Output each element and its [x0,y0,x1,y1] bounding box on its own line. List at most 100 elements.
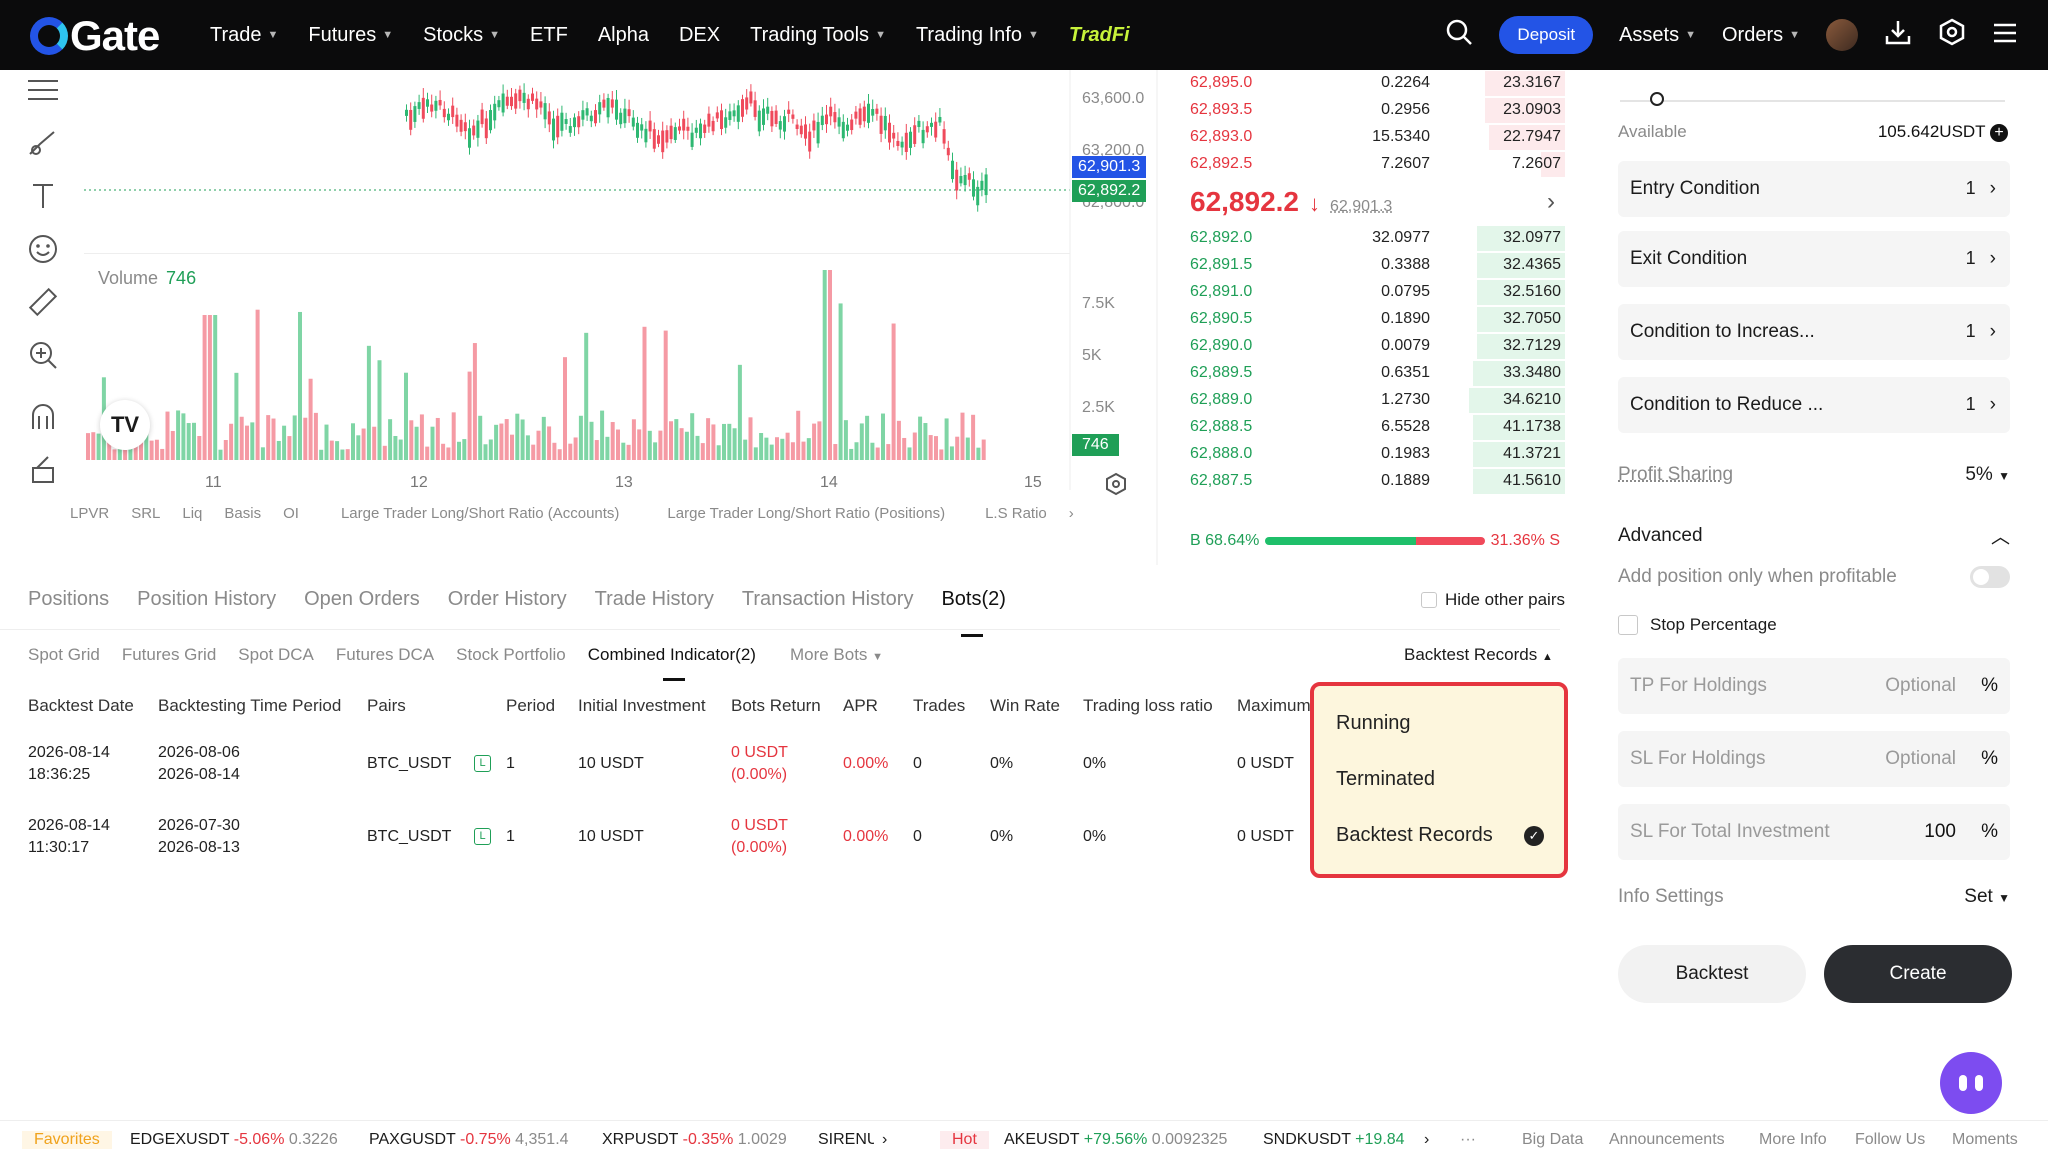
nav-dex[interactable]: DEX [679,24,720,47]
backtest-button[interactable]: Backtest [1618,945,1806,1003]
subtab-spot-dca[interactable]: Spot DCA [238,645,314,665]
tab-open-orders[interactable]: Open Orders [304,588,420,611]
bid-row[interactable]: 62,888.5 6.5528 41.1738 [1165,415,1565,442]
indicator-lt-positions[interactable]: Large Trader Long/Short Ratio (Positions… [667,505,945,522]
subtab-futures-grid[interactable]: Futures Grid [122,645,216,665]
menu-icon[interactable] [1992,20,2018,51]
subtab-combined-indicator[interactable]: Combined Indicator(2) [588,645,756,681]
entry-condition-row[interactable]: Entry Condition 1 › [1618,161,2010,217]
nav-orders[interactable]: Orders ▼ [1722,24,1800,47]
bid-row[interactable]: 62,887.5 0.1889 41.5610 [1165,469,1565,496]
tab-transaction-history[interactable]: Transaction History [742,588,914,611]
dropdown-backtest-records[interactable]: Backtest Records [1336,824,1493,847]
bid-row[interactable]: 62,891.0 0.0795 32.5160 [1165,280,1565,307]
bid-row[interactable]: 62,892.0 32.0977 32.0977 [1165,226,1565,253]
profit-sharing-row[interactable]: Profit Sharing 5% ▼ [1618,464,2010,486]
bid-row[interactable]: 62,889.5 0.6351 33.3480 [1165,361,1565,388]
ask-row[interactable]: 62,893.5 0.2956 23.0903 [1165,98,1565,125]
stop-percentage-checkbox[interactable] [1618,615,1638,635]
ticker-item[interactable]: AKEUSDT +79.56% 0.0092325 [1004,1131,1227,1149]
ask-row[interactable]: 62,895.0 0.2264 23.3167 [1165,71,1565,98]
chart-panel[interactable]: 63,600.0 63,200.0 62,800.0 62,901.3 62,8… [0,70,1160,565]
chevron-right-icon[interactable]: › [882,1131,887,1149]
subtab-stock-portfolio[interactable]: Stock Portfolio [456,645,566,665]
indicator-oi[interactable]: OI [283,505,299,522]
subtab-spot-grid[interactable]: Spot Grid [28,645,100,665]
nav-stocks[interactable]: Stocks ▼ [423,24,500,47]
sl-holdings-field[interactable]: SL For Holdings Optional% [1618,731,2010,787]
bid-row[interactable]: 62,890.0 0.0079 32.7129 [1165,334,1565,361]
nav-trading-tools[interactable]: Trading Tools ▼ [750,24,886,47]
reduce-condition-row[interactable]: Condition to Reduce ... 1 › [1618,377,2010,433]
indicator-lt-accounts[interactable]: Large Trader Long/Short Ratio (Accounts) [341,505,619,522]
nav-trading-info[interactable]: Trading Info ▼ [916,24,1039,47]
footer-link-more-info[interactable]: More Info [1759,1131,1827,1149]
add-position-toggle[interactable] [1970,566,2010,588]
chevron-right-icon[interactable]: › [1547,188,1555,216]
nav-assets[interactable]: Assets ▼ [1619,24,1696,47]
ticker-item[interactable]: SIRENU [818,1131,874,1149]
tradingview-logo[interactable]: TV [100,400,150,450]
add-funds-icon[interactable]: + [1990,123,2008,142]
gate-logo[interactable]: Gate [30,12,160,60]
chevron-right-icon[interactable]: › [1424,1131,1429,1149]
indicator-srl[interactable]: SRL [131,505,160,522]
search-icon[interactable] [1445,18,1473,53]
footer-link-big-data[interactable]: Big Data [1522,1131,1583,1149]
tab-order-history[interactable]: Order History [448,588,567,611]
footer-link-moments[interactable]: Moments [1952,1131,2018,1149]
dropdown-running[interactable]: Running [1336,712,1411,735]
hide-other-pairs[interactable]: Hide other pairs [1420,590,1565,610]
hot-tab[interactable]: Hot [940,1131,989,1149]
bid-row[interactable]: 62,890.5 0.1890 32.7050 [1165,307,1565,334]
assistant-bot-icon[interactable] [1940,1052,2002,1114]
ticker-item[interactable]: PAXGUSDT -0.75% 4,351.4 [369,1131,569,1149]
deposit-button[interactable]: Deposit [1499,16,1594,54]
ask-row[interactable]: 62,892.5 7.2607 7.2607 [1165,152,1565,179]
records-filter-select[interactable]: Backtest Records ▲ [1404,645,1553,665]
chevron-right-icon[interactable]: › [1069,505,1074,522]
candlestick-chart[interactable] [0,70,1160,565]
tab-position-history[interactable]: Position History [137,588,276,611]
info-settings-row[interactable]: Info Settings Set ▼ [1618,886,2010,908]
favorites-tab[interactable]: Favorites [22,1131,112,1149]
download-icon[interactable] [1884,18,1912,53]
mark-price[interactable]: 62,901.3 [1330,198,1392,216]
amount-slider-handle[interactable] [1650,92,1664,106]
exit-condition-row[interactable]: Exit Condition 1 › [1618,231,2010,287]
bid-row[interactable]: 62,891.5 0.3388 32.4365 [1165,253,1565,280]
indicator-basis[interactable]: Basis [224,505,261,522]
ticker-item[interactable]: SNDKUSDT +19.84 [1263,1131,1405,1149]
nav-futures[interactable]: Futures ▼ [308,24,393,47]
ticker-item[interactable]: XRPUSDT -0.35% 1.0029 [602,1131,787,1149]
subtab-more-bots[interactable]: More Bots ▼ [790,645,883,665]
indicator-lpvr[interactable]: LPVR [70,505,109,522]
tab-positions[interactable]: Positions [28,588,109,611]
avatar[interactable] [1826,19,1858,51]
footer-link-follow-us[interactable]: Follow Us [1855,1131,1925,1149]
footer-link-announcements[interactable]: Announcements [1609,1131,1725,1149]
chart-settings-icon[interactable] [1104,472,1128,496]
tp-holdings-field[interactable]: TP For Holdings Optional% [1618,658,2010,714]
tab-bots[interactable]: Bots(2) [941,588,1006,637]
create-button[interactable]: Create [1824,945,2012,1003]
hide-pairs-checkbox[interactable] [1420,592,1437,608]
stop-percentage-row[interactable]: Stop Percentage [1618,615,2010,635]
sl-total-investment-field[interactable]: SL For Total Investment 100% [1618,804,2010,860]
nav-etf[interactable]: ETF [530,24,568,47]
bid-row[interactable]: 62,889.0 1.2730 34.6210 [1165,388,1565,415]
subtab-futures-dca[interactable]: Futures DCA [336,645,434,665]
settings-icon[interactable] [1938,18,1966,53]
advanced-row[interactable]: Advanced ︿ [1618,522,2010,549]
tab-trade-history[interactable]: Trade History [595,588,714,611]
amount-slider-track[interactable] [1620,100,2005,102]
nav-trade[interactable]: Trade ▼ [210,24,278,47]
indicator-liq[interactable]: Liq [182,505,202,522]
indicator-ls-ratio[interactable]: L.S Ratio [985,505,1047,522]
dropdown-terminated[interactable]: Terminated [1336,768,1435,791]
increase-condition-row[interactable]: Condition to Increas... 1 › [1618,304,2010,360]
ticker-item[interactable]: EDGEXUSDT -5.06% 0.3226 [130,1131,338,1149]
ask-row[interactable]: 62,893.0 15.5340 22.7947 [1165,125,1565,152]
more-icon[interactable]: ··· [1460,1131,1476,1149]
nav-tradfi[interactable]: TradFi [1069,24,1130,47]
